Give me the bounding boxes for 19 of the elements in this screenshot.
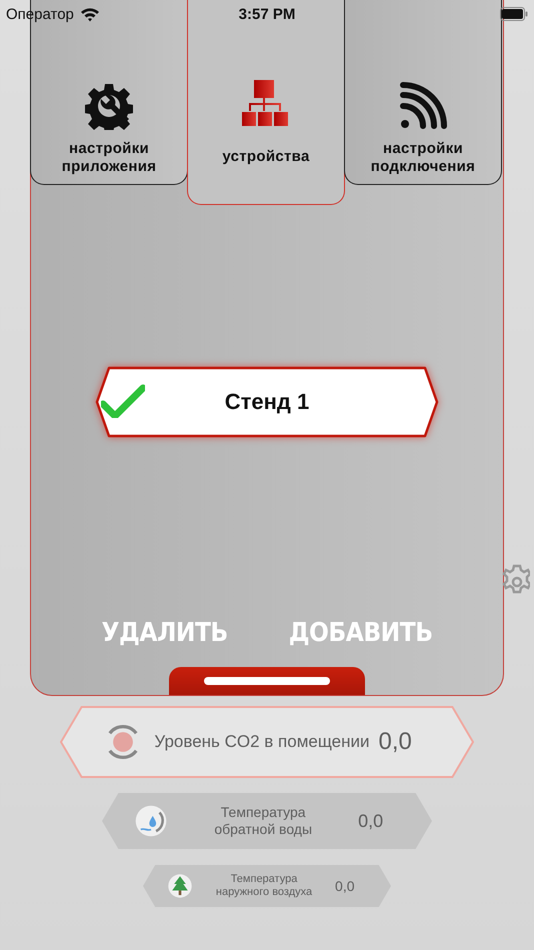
sensor-value: 0,0	[335, 878, 354, 894]
gear-wrench-icon	[85, 82, 133, 130]
clock-time: 3:57 PM	[238, 6, 296, 22]
wifi-icon	[80, 6, 100, 22]
tab[interactable]: настройки подключения	[344, 28, 502, 185]
battery-icon	[500, 7, 528, 21]
device-item[interactable]: Стенд 1	[95, 366, 439, 438]
network-icon	[242, 80, 290, 126]
sensor-label: Уровень CO2 в помещении	[153, 732, 370, 752]
sensor-value: 0,0	[378, 728, 412, 756]
sensor-label: Температура обратной воды	[213, 804, 314, 838]
sensor-value: 0,0	[358, 810, 384, 832]
drawer-handle[interactable]	[169, 667, 365, 695]
water-drop-icon	[134, 804, 168, 838]
tab[interactable]: настройки приложения	[30, 28, 188, 185]
tab[interactable]: устройства	[187, 28, 345, 205]
signal-icon	[399, 82, 447, 130]
sensor-label: Температура наружного воздуха	[214, 872, 314, 900]
tree-icon	[167, 873, 193, 899]
